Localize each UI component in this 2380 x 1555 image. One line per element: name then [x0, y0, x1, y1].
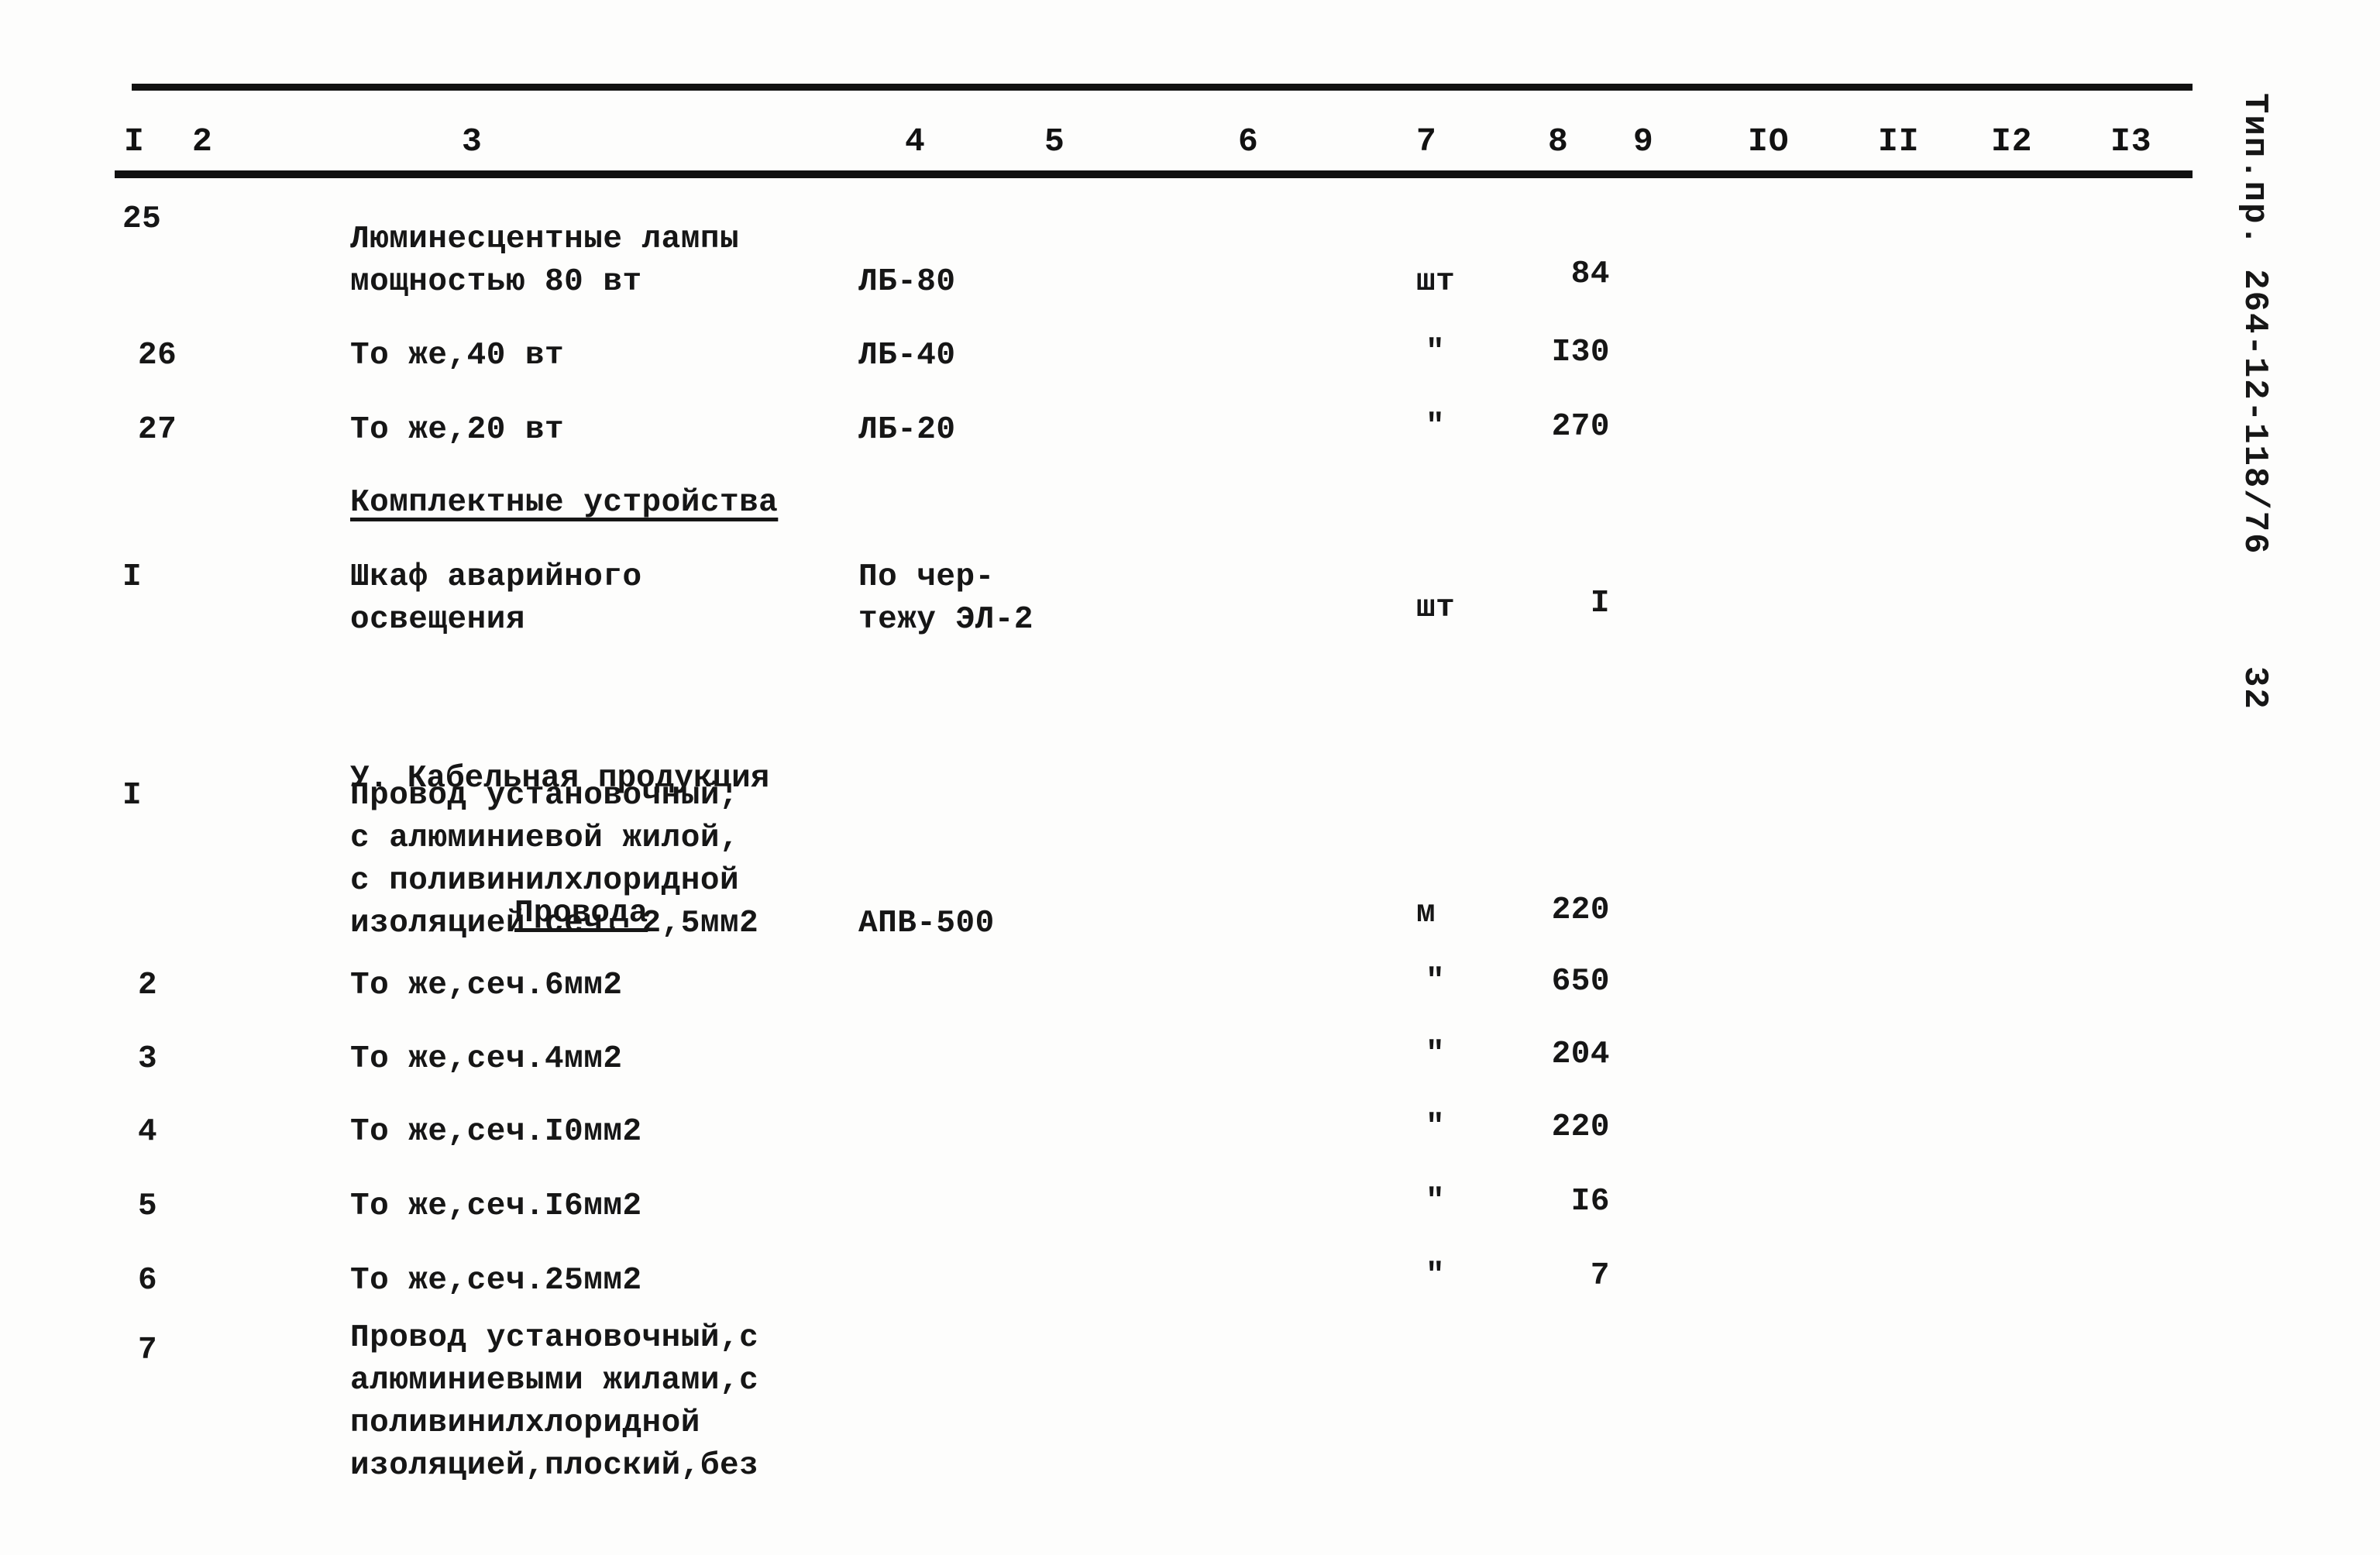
table-row: I: [122, 559, 143, 595]
table-row: ": [1426, 409, 1446, 445]
table-row: 6: [138, 1263, 158, 1299]
table-row: То же,сеч.6мм2: [350, 968, 623, 1003]
table-row: I6: [1570, 1184, 1610, 1220]
table-row: 2: [138, 968, 158, 1003]
table-row: 7: [138, 1333, 158, 1368]
table-row: ЛБ-80: [858, 264, 956, 300]
column-header-11: II: [1878, 122, 1920, 160]
column-header-10: IO: [1748, 122, 1790, 160]
table-row: 84: [1570, 256, 1610, 292]
table-row: м: [1416, 896, 1436, 931]
table-row: Шкаф аварийного освещения: [350, 559, 642, 638]
table-row: 5: [138, 1189, 158, 1224]
table-row: I: [122, 778, 143, 814]
table-row: То же,20 вт: [350, 412, 565, 448]
column-header-4: 4: [905, 122, 926, 160]
table-row: 7: [1590, 1258, 1610, 1294]
table-header-rule: [115, 170, 2193, 178]
table-row: АПВ-500: [858, 906, 995, 941]
column-header-8: 8: [1548, 122, 1569, 160]
column-header-12: I2: [1991, 122, 2033, 160]
table-row: 270: [1551, 409, 1610, 445]
table-row: 4: [138, 1114, 158, 1150]
table-row: ": [1426, 335, 1446, 370]
column-header-5: 5: [1044, 122, 1065, 160]
table-top-rule: [132, 84, 2193, 91]
table-row: То же,сеч.25мм2: [350, 1263, 642, 1299]
document-code-vertical: Тип.пр. 264-12-118/76: [2235, 93, 2274, 556]
table-row: ": [1426, 1037, 1446, 1072]
column-header-1: I: [124, 122, 145, 160]
table-row: 26: [138, 338, 177, 373]
table-row: Люминесцентные лампы мощностью 80 вт: [350, 222, 740, 300]
table-row: 3: [138, 1041, 158, 1077]
table-row: То же,сеч.I6мм2: [350, 1189, 642, 1224]
table-row: То же,40 вт: [350, 338, 565, 373]
table-row: ": [1426, 1258, 1446, 1294]
column-header-6: 6: [1238, 122, 1259, 160]
table-row: I: [1590, 586, 1610, 621]
column-header-13: I3: [2110, 122, 2152, 160]
table-row: 650: [1551, 964, 1610, 999]
table-row: ": [1426, 1109, 1446, 1145]
table-row: То же,сеч.I0мм2: [350, 1114, 642, 1150]
table-row: 220: [1551, 1109, 1610, 1145]
table-row: I30: [1551, 335, 1610, 370]
column-header-2: 2: [192, 122, 213, 160]
column-header-9: 9: [1633, 122, 1654, 160]
section-heading-complect: Комплектные устройства: [350, 485, 779, 521]
table-row: По чер- тежу ЭЛ-2: [858, 559, 1034, 638]
table-row: 220: [1551, 893, 1610, 928]
table-row: 25: [122, 201, 162, 237]
table-row: ": [1426, 964, 1446, 999]
table-row: ЛБ-20: [858, 412, 956, 448]
scanned-page: I 2 3 4 5 6 7 8 9 IO II I2 I3 25 Люминес…: [0, 0, 2380, 1555]
page-number-vertical: 32: [2235, 666, 2274, 710]
column-header-7: 7: [1416, 122, 1437, 160]
table-row: Провод установочный, с алюминиевой жилой…: [350, 778, 759, 941]
table-row: ЛБ-40: [858, 338, 956, 373]
table-row: шт: [1416, 590, 1456, 626]
table-row: ": [1426, 1184, 1446, 1220]
table-row: Провод установочный,с алюминиевыми жилам…: [350, 1320, 759, 1484]
column-header-3: 3: [462, 122, 483, 160]
table-row: 204: [1551, 1037, 1610, 1072]
table-row: То же,сеч.4мм2: [350, 1041, 623, 1077]
table-row: 27: [138, 412, 177, 448]
table-row: шт: [1416, 264, 1456, 300]
